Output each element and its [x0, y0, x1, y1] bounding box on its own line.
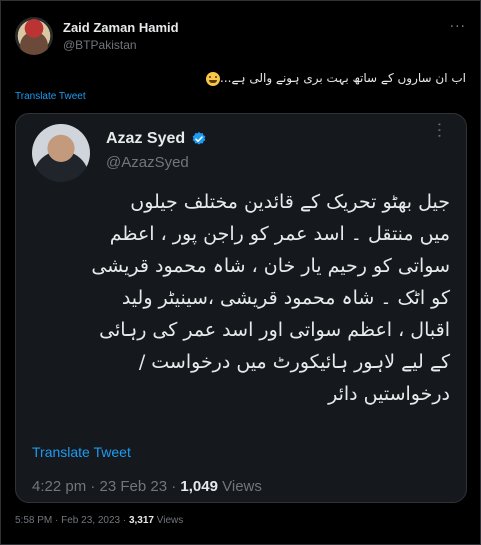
quoted-avatar[interactable]	[32, 124, 90, 182]
quoted-translate-tweet-link[interactable]: Translate Tweet	[32, 444, 131, 460]
quoted-text-line: کے لیے لاہور ہائیکورٹ میں درخواست /	[138, 351, 450, 373]
quoted-time[interactable]: 4:22 pm · 23 Feb 23 ·	[32, 478, 180, 495]
quoted-views-label: Views	[217, 478, 262, 495]
translate-tweet-link[interactable]: Translate Tweet	[15, 91, 86, 102]
grinning-face-emoji-icon	[206, 71, 220, 86]
quoted-views-count: 1,049	[180, 478, 218, 495]
tweet-text: اب ان ساروں کے ساتھ بہت بری ہونے والی ہے…	[203, 71, 466, 86]
tweet-time[interactable]: 5:58 PM · Feb 23, 2023 ·	[15, 515, 129, 526]
quoted-timestamp: 4:22 pm · 23 Feb 23 · 1,049 Views	[32, 478, 262, 495]
quoted-name-row: Azaz Syed	[106, 130, 207, 148]
quoted-tweet-text: جیل بھٹو تحریک کے قائدین مختلف جیلوں میں…	[30, 186, 450, 410]
quoted-text-line: جیل بھٹو تحریک کے قائدین مختلف جیلوں	[130, 191, 450, 213]
quoted-author-name[interactable]: Azaz Syed	[106, 130, 185, 148]
quoted-tweet[interactable]: Azaz Syed @AzazSyed ··· جیل بھٹو تحریک ک…	[15, 113, 467, 503]
verified-badge-icon	[192, 132, 206, 145]
tweet: Zaid Zaman Hamid @BTPakistan ··· اب ان س…	[0, 0, 481, 545]
quoted-text-line: میں منتقل ۔ اسد عمر کو راجن پور ، اعظم	[109, 223, 450, 245]
tweet-timestamp: 5:58 PM · Feb 23, 2023 · 3,317 Views	[15, 515, 183, 526]
quoted-author-handle[interactable]: @AzazSyed	[106, 154, 189, 171]
more-options-button[interactable]: ···	[450, 19, 466, 35]
avatar[interactable]	[15, 17, 53, 55]
views-label: Views	[153, 515, 184, 526]
views-count: 3,317	[128, 515, 154, 526]
quoted-more-options-button[interactable]: ···	[430, 122, 448, 139]
quoted-text-line: اقبال ، اعظم سواتی اور اسد عمر کی رہائی	[99, 319, 450, 341]
tweet-text-content: اب ان ساروں کے ساتھ بہت بری ہونے والی ہے…	[220, 71, 466, 85]
author-handle[interactable]: @BTPakistan	[63, 38, 137, 52]
quoted-text-line: کو اٹک ۔ شاہ محمود قریشی ،سینیٹر ولید	[121, 287, 450, 309]
author-name[interactable]: Zaid Zaman Hamid	[63, 20, 179, 35]
quoted-text-line: درخواستیں دائر	[328, 383, 450, 405]
quoted-text-line: سواتی کو رحیم یار خان ، شاہ محمود قریشی	[91, 255, 450, 277]
